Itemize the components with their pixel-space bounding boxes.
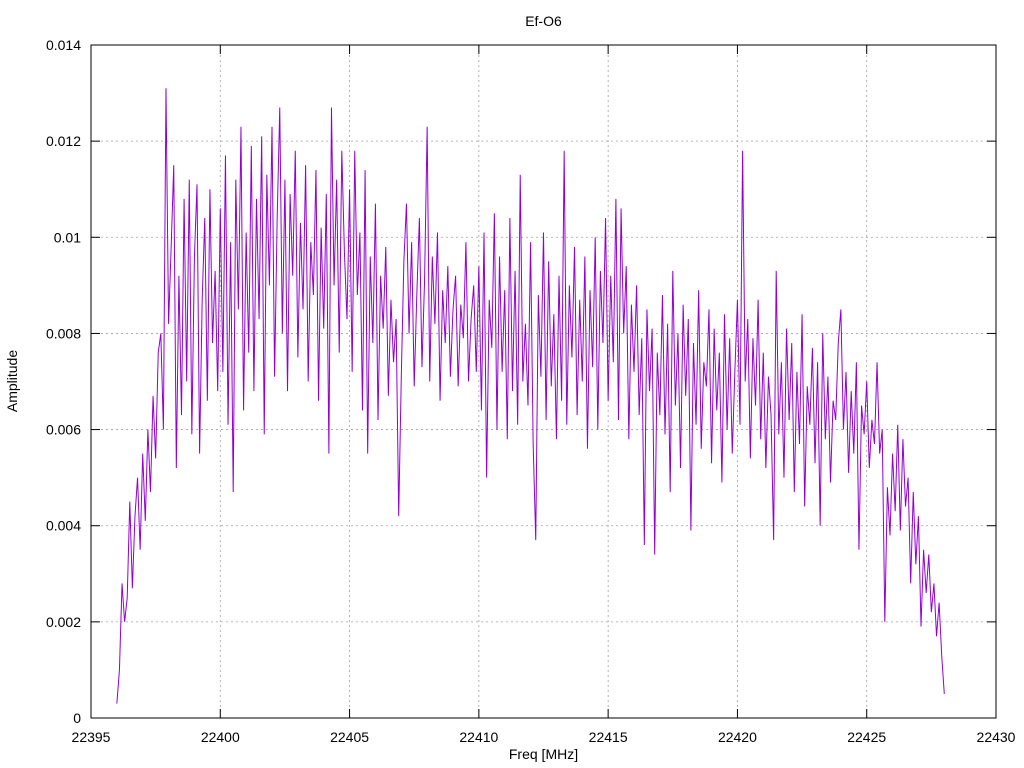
- x-tick-label: 22425: [847, 729, 886, 745]
- x-tick-label: 22430: [977, 729, 1016, 745]
- y-axis-label: Amplitude: [4, 350, 20, 412]
- chart-title: Ef-O6: [525, 13, 562, 29]
- y-tick-label: 0.002: [46, 614, 81, 630]
- x-tick-label: 22420: [718, 729, 757, 745]
- y-tick-label: 0: [73, 710, 81, 726]
- x-tick-label: 22395: [72, 729, 111, 745]
- y-tick-label: 0.014: [46, 37, 81, 53]
- chart-svg: 22395 22400 22405 22410 22415 22420 22425 22430…: [0, 0, 1024, 768]
- y-tick-label: 0.01: [54, 229, 81, 245]
- x-axis-label: Freq [MHz]: [509, 746, 578, 762]
- y-tick-label: 0.012: [46, 133, 81, 149]
- x-tick-label: 22410: [459, 729, 498, 745]
- x-tick-label: 22400: [201, 729, 240, 745]
- y-tick-label: 0.004: [46, 518, 81, 534]
- y-tick-label: 0.008: [46, 325, 81, 341]
- y-tick-label: 0.006: [46, 422, 81, 438]
- x-tick-label: 22415: [589, 729, 628, 745]
- x-tick-label: 22405: [330, 729, 369, 745]
